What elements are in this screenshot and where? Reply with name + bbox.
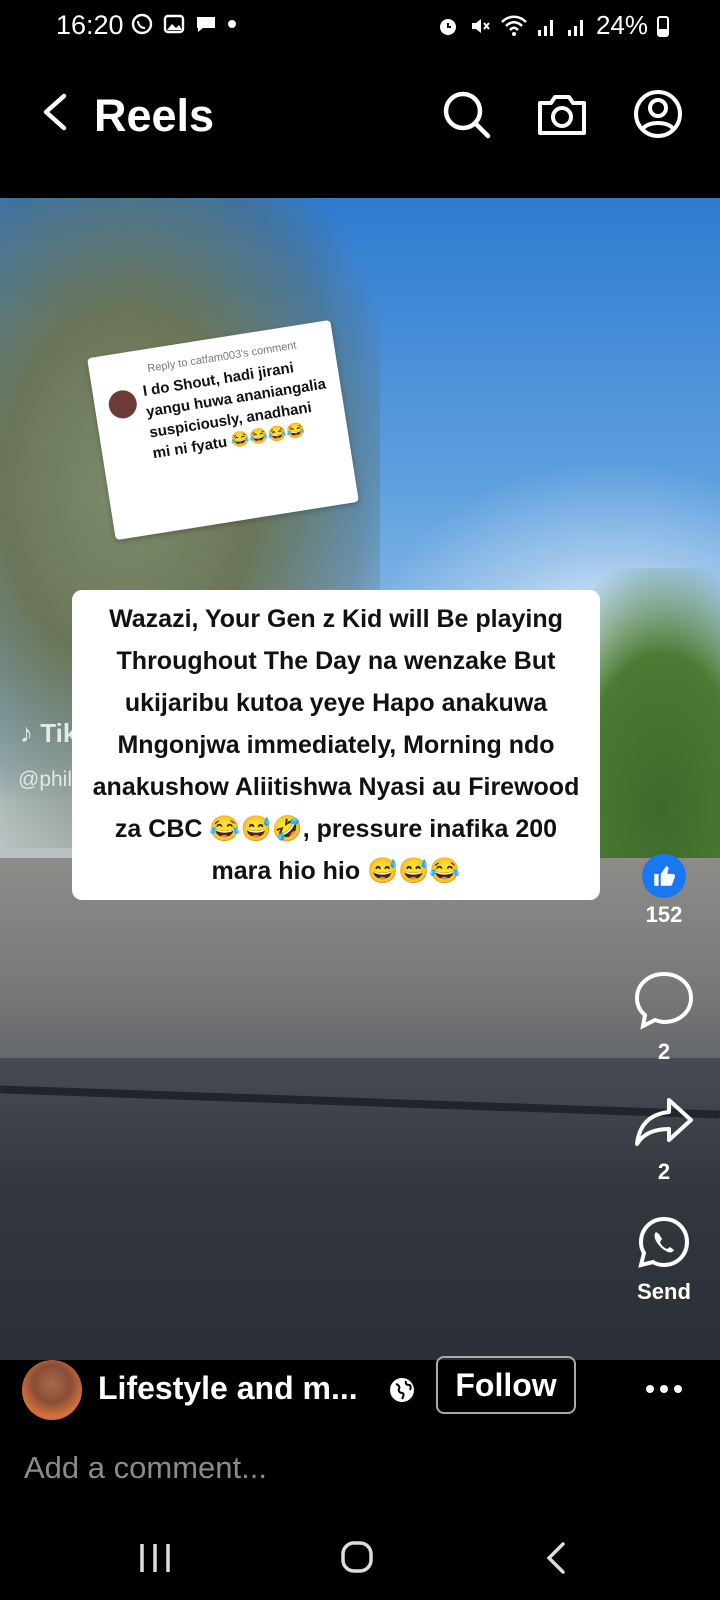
reel-video[interactable]: Reply to catfam003's comment I do Shout,… — [0, 198, 720, 1360]
thumbs-up-icon — [642, 854, 686, 898]
author-row: Lifestyle and m... Follow — [0, 1356, 720, 1432]
author-avatar[interactable] — [22, 1360, 82, 1420]
comment-button[interactable]: 2 — [616, 970, 712, 1065]
chat-notification-icon — [197, 17, 215, 32]
send-whatsapp-button[interactable]: Send — [616, 1214, 712, 1305]
comment-bubble-icon — [634, 971, 694, 1030]
dot-icon — [228, 20, 236, 28]
profile-icon[interactable] — [632, 88, 684, 140]
follow-button[interactable]: Follow — [436, 1356, 576, 1414]
add-comment-input[interactable]: Add a comment... — [24, 1450, 267, 1486]
more-options-icon[interactable] — [644, 1374, 684, 1404]
camera-icon[interactable] — [536, 88, 588, 140]
like-count: 152 — [645, 902, 683, 927]
reply-avatar — [106, 388, 139, 421]
nav-back-icon[interactable] — [532, 1536, 582, 1580]
reply-comment-card: Reply to catfam003's comment I do Shout,… — [87, 319, 359, 541]
system-navbar — [0, 1520, 720, 1600]
signal-icon — [537, 19, 553, 36]
mute-icon — [471, 18, 490, 33]
battery-icon — [657, 15, 669, 37]
signal-icon-2 — [567, 19, 583, 36]
globe-icon — [390, 1378, 414, 1402]
like-button[interactable]: 152 — [616, 854, 712, 928]
wifi-icon — [501, 15, 527, 36]
share-button[interactable]: 2 — [616, 1094, 712, 1185]
alarm-icon — [439, 18, 456, 35]
comment-count: 2 — [657, 1039, 671, 1064]
whatsapp-notification-icon — [131, 13, 153, 35]
send-label: Send — [637, 1279, 691, 1304]
status-bar: 16:20 24% — [0, 0, 720, 52]
home-icon[interactable] — [332, 1536, 382, 1580]
back-arrow-icon[interactable] — [36, 90, 76, 134]
search-icon[interactable] — [440, 88, 492, 140]
reel-caption: Wazazi, Your Gen z Kid will Be playing T… — [72, 590, 600, 900]
share-count: 2 — [657, 1159, 671, 1184]
recent-apps-icon[interactable] — [130, 1536, 180, 1580]
page-title: Reels — [94, 90, 215, 141]
app-header: Reels — [0, 52, 720, 198]
whatsapp-icon — [638, 1216, 690, 1268]
battery-percent: 24% — [595, 10, 648, 40]
share-arrow-icon — [635, 1098, 693, 1146]
author-name[interactable]: Lifestyle and m... — [98, 1370, 358, 1407]
gallery-notification-icon — [163, 14, 185, 34]
status-time: 16:20 — [56, 10, 124, 40]
